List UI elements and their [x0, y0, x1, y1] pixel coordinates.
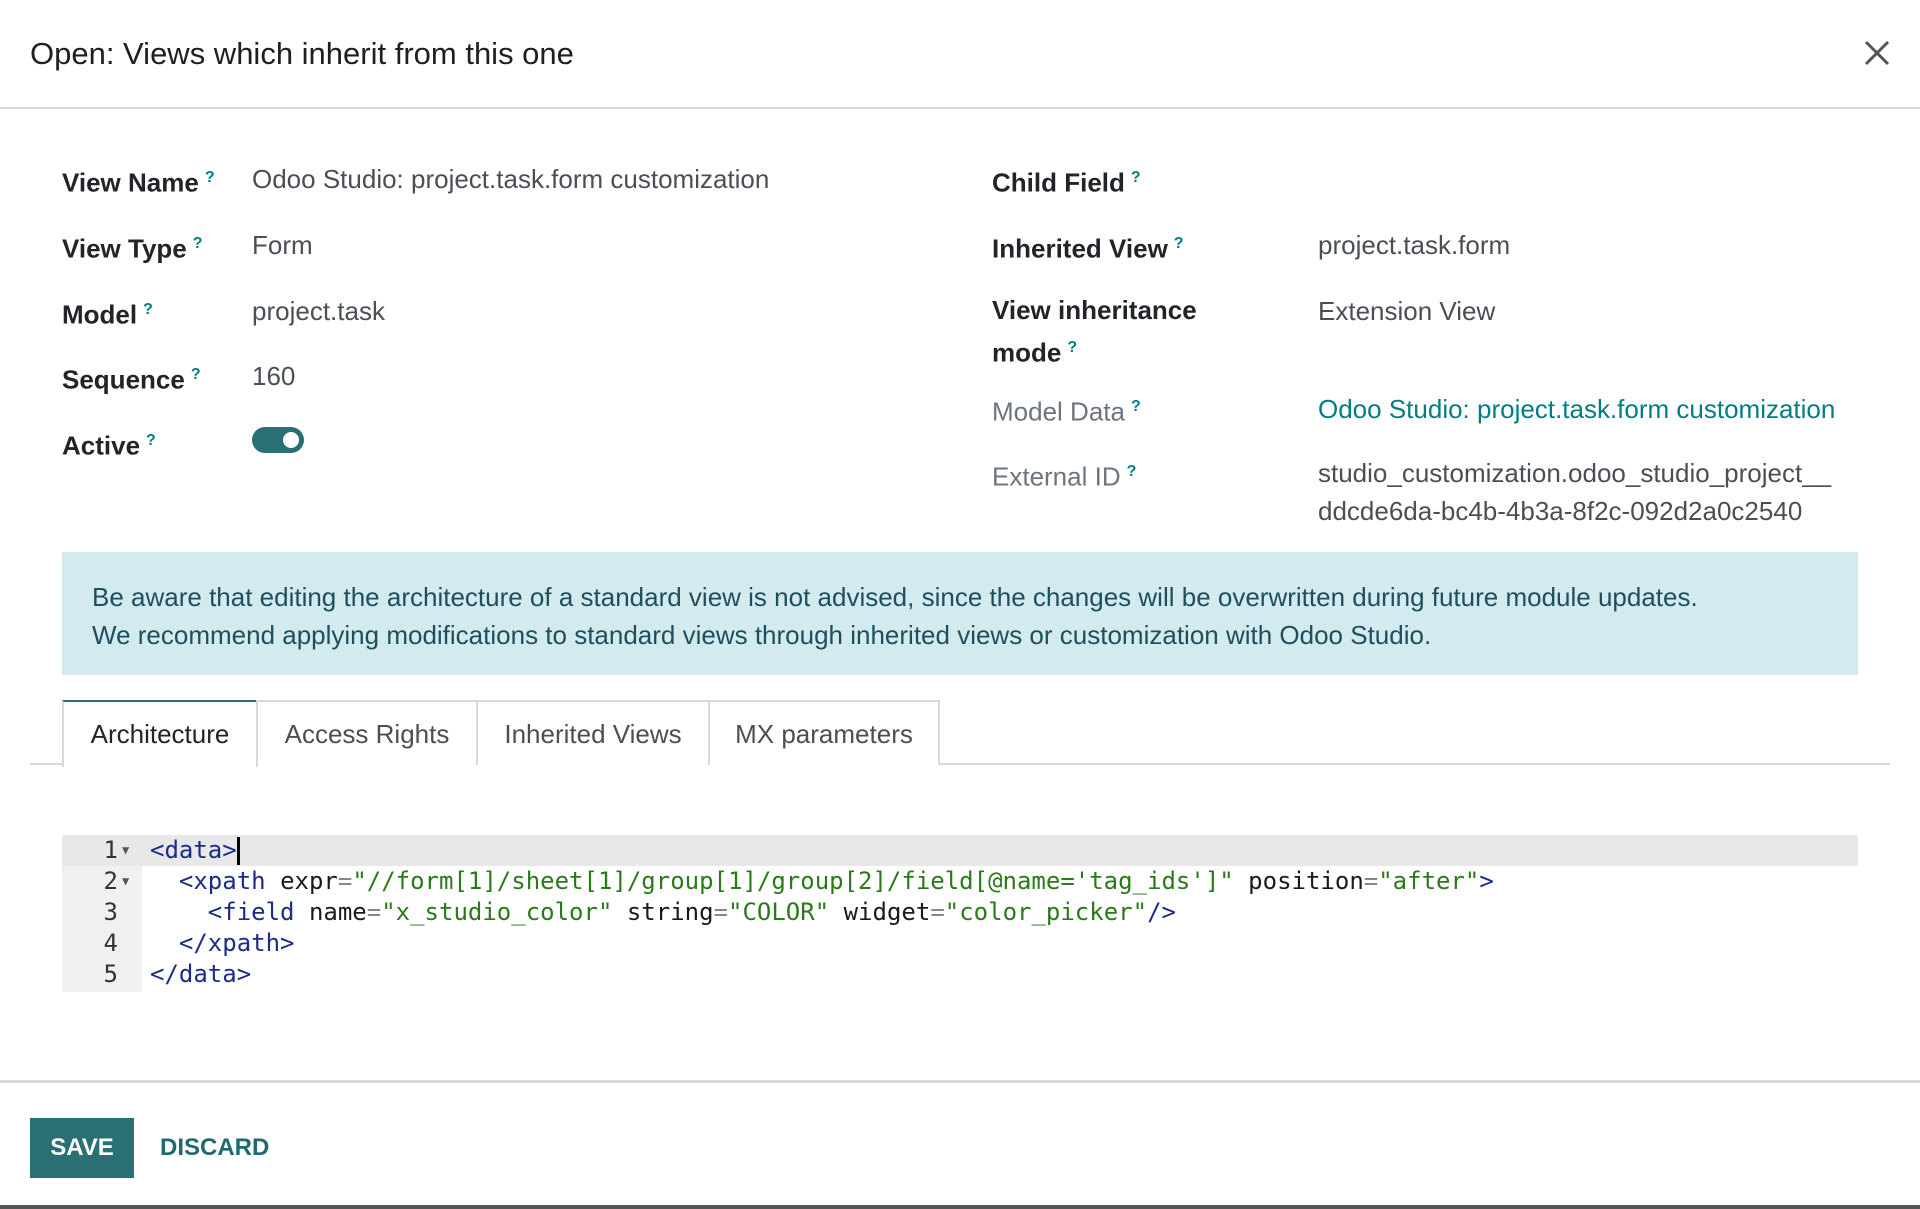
help-icon[interactable]: ? — [191, 366, 201, 383]
alert-line-1: Be aware that editing the architecture o… — [92, 582, 1698, 612]
line-number: 5 — [103, 960, 118, 988]
active-toggle[interactable] — [252, 427, 304, 453]
help-icon[interactable]: ? — [146, 432, 156, 449]
sequence-value: 160 — [252, 361, 296, 391]
external-id-value-line1: studio_customization.odoo_studio_project… — [1318, 458, 1832, 488]
code-token: position — [1248, 867, 1364, 895]
child-field-label: Child Field? — [992, 167, 1141, 198]
inheritance-mode-label-line2: mode? — [992, 337, 1078, 368]
code-token: /> — [1147, 898, 1176, 926]
line-number: 1 — [103, 836, 118, 864]
code-token: </data> — [150, 960, 252, 988]
code-token: = — [1363, 867, 1379, 895]
fold-arrow-icon[interactable]: ▼ — [122, 866, 129, 897]
code-token: "COLOR" — [728, 898, 830, 926]
tab-mx-parameters[interactable]: MX parameters — [708, 700, 940, 765]
code-token: string — [626, 898, 714, 926]
inherited-view-label: Inherited View? — [992, 233, 1184, 264]
code-token: = — [930, 898, 945, 926]
code-token: <field — [207, 898, 295, 926]
inheritance-mode-value: Extension View — [1318, 296, 1496, 326]
active-label: Active? — [62, 430, 156, 461]
view-type-label: View Type? — [62, 233, 203, 264]
sequence-label: Sequence? — [62, 364, 201, 395]
code-token: <data> — [150, 836, 237, 864]
code-token: > — [1479, 867, 1494, 895]
line-number: 2 — [103, 867, 118, 895]
code-token: "x_studio_color" — [381, 898, 613, 926]
dialog-footer: SAVE DISCARD — [0, 1080, 1920, 1209]
code-token: </xpath> — [178, 929, 295, 957]
bottom-divider — [0, 1205, 1920, 1209]
help-icon[interactable]: ? — [205, 169, 215, 186]
code-editor[interactable]: 1 ▼ <data> 2 ▼ <xpath expr="//form[1]/sh… — [62, 835, 1858, 992]
dialog-title: Open: Views which inherit from this one — [30, 36, 574, 71]
code-token: = — [366, 898, 382, 926]
close-icon — [1864, 40, 1890, 66]
code-line[interactable]: 1 ▼ <data> — [62, 835, 1858, 866]
help-icon[interactable]: ? — [1131, 398, 1141, 415]
view-type-value: Form — [252, 230, 313, 260]
help-icon[interactable]: ? — [193, 235, 203, 252]
code-line[interactable]: 3 <field name="x_studio_color" string="C… — [62, 897, 1858, 928]
code-token: = — [337, 867, 353, 895]
code-line[interactable]: 5 </data> — [62, 959, 1858, 990]
code-token: expr — [280, 867, 338, 895]
help-icon[interactable]: ? — [1174, 235, 1184, 252]
code-token: "after" — [1378, 867, 1480, 895]
code-line[interactable]: 2 ▼ <xpath expr="//form[1]/sheet[1]/grou… — [62, 866, 1858, 897]
text-cursor — [236, 837, 240, 865]
fold-arrow-icon[interactable]: ▼ — [122, 835, 129, 866]
alert-line-2: We recommend applying modifications to s… — [92, 620, 1432, 650]
tab-access-rights[interactable]: Access Rights — [256, 700, 478, 765]
inherited-view-value: project.task.form — [1318, 230, 1511, 260]
inheritance-mode-label: View inheritance — [992, 295, 1197, 325]
line-number: 4 — [103, 929, 118, 957]
help-icon[interactable]: ? — [1131, 169, 1141, 186]
code-token: "//form[1]/sheet[1]/group[1]/group[2]/fi… — [352, 867, 1234, 895]
code-token: widget — [843, 898, 931, 926]
view-name-value: Odoo Studio: project.task.form customiza… — [252, 164, 770, 194]
external-id-value-line2: ddcde6da-bc4b-4b3a-8f2c-092d2a0c2540 — [1318, 496, 1803, 526]
tab-inherited-views[interactable]: Inherited Views — [476, 700, 710, 765]
tab-architecture[interactable]: Architecture — [62, 700, 258, 767]
discard-button[interactable]: DISCARD — [160, 1118, 269, 1178]
warning-alert: Be aware that editing the architecture o… — [62, 552, 1858, 675]
help-icon[interactable]: ? — [1067, 339, 1077, 356]
save-button[interactable]: SAVE — [30, 1118, 134, 1178]
close-button[interactable] — [1858, 34, 1896, 72]
code-token: name — [308, 898, 367, 926]
model-label: Model? — [62, 299, 153, 330]
model-data-label: Model Data? — [992, 396, 1141, 427]
code-line[interactable]: 4 </xpath> — [62, 928, 1858, 959]
model-value: project.task — [252, 296, 385, 326]
code-token: <xpath — [178, 867, 266, 895]
external-id-label: External ID? — [992, 461, 1137, 492]
code-token: = — [713, 898, 728, 926]
line-number: 3 — [103, 898, 118, 926]
dialog-header: Open: Views which inherit from this one — [0, 0, 1920, 109]
model-data-link[interactable]: Odoo Studio: project.task.form customiza… — [1318, 390, 1835, 428]
help-icon[interactable]: ? — [1127, 463, 1137, 480]
code-token: "color_picker" — [944, 898, 1148, 926]
view-name-label: View Name? — [62, 167, 215, 198]
tabs-bar: Architecture Access Rights Inherited Vie… — [30, 700, 1890, 767]
help-icon[interactable]: ? — [143, 301, 153, 318]
